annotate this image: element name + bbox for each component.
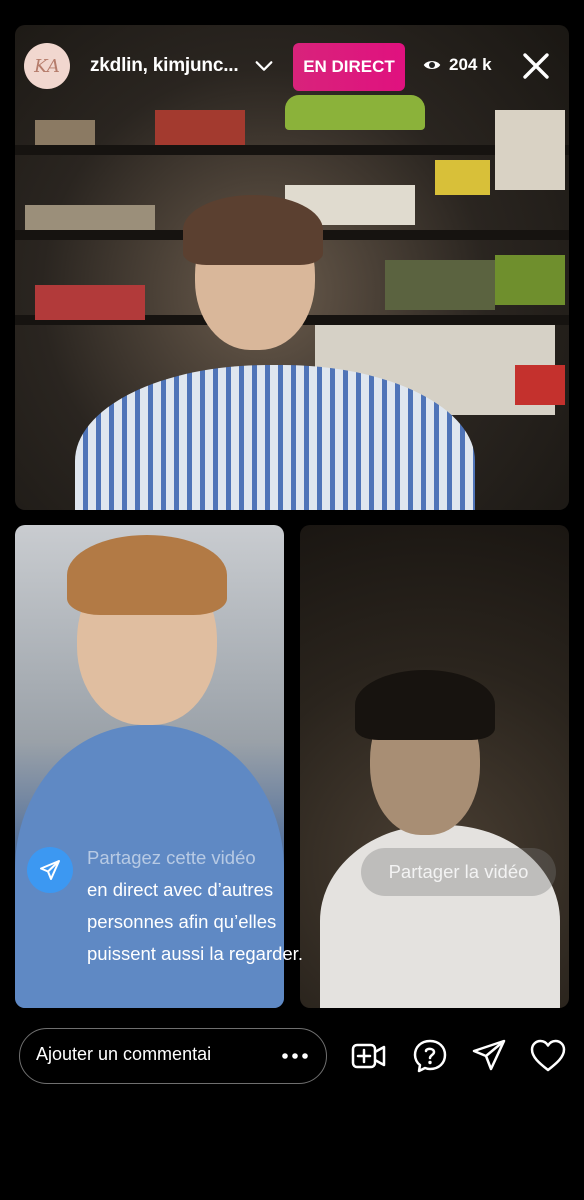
share-prompt-faded: Partagez cette vidéo: [87, 847, 256, 868]
share-prompt-text: Partagez cette vidéo en direct avec d’au…: [87, 842, 347, 970]
comment-input[interactable]: [36, 1044, 266, 1065]
viewer-count[interactable]: 204 k: [423, 55, 492, 75]
question-icon[interactable]: [411, 1037, 449, 1075]
chevron-down-icon[interactable]: [253, 55, 275, 77]
share-icon[interactable]: [27, 847, 73, 893]
live-badge: EN DIRECT: [293, 43, 405, 91]
participants-names[interactable]: zkdlin, kimjunc...: [90, 55, 239, 77]
add-video-icon[interactable]: [350, 1037, 388, 1075]
avatar[interactable]: KA: [24, 43, 70, 89]
live-header: KA zkdlin, kimjunc... EN DIRECT 204 k: [15, 25, 569, 105]
viewer-count-value: 204 k: [449, 55, 492, 74]
send-icon[interactable]: [470, 1037, 508, 1075]
comment-box[interactable]: [19, 1028, 327, 1084]
more-icon[interactable]: [279, 1043, 311, 1069]
close-icon[interactable]: [521, 51, 551, 81]
share-prompt-rest: en direct avec d’autres personnes afin q…: [87, 879, 303, 964]
heart-icon[interactable]: [529, 1037, 567, 1075]
eye-icon: [423, 61, 441, 69]
share-video-button[interactable]: Partager la vidéo: [361, 848, 556, 896]
